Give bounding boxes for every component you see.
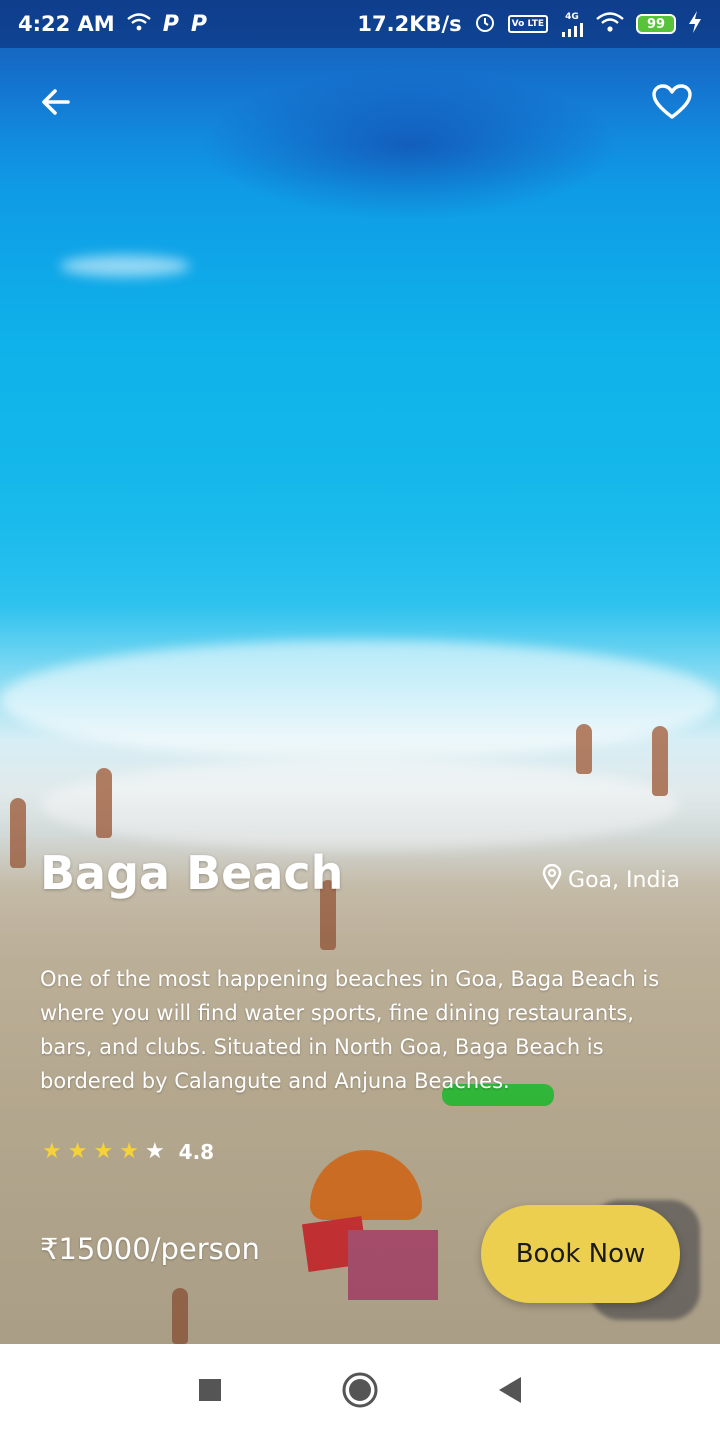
destination-description: One of the most happening beaches in Goa… xyxy=(40,967,660,1093)
alarm-icon xyxy=(474,11,496,38)
star-icon: ★ xyxy=(93,1139,114,1164)
arrow-left-icon xyxy=(38,84,74,124)
home-icon xyxy=(341,1371,379,1413)
location-text: Goa, India xyxy=(568,867,680,893)
star-icon: ★ xyxy=(119,1139,139,1164)
status-time: 4:22 AM xyxy=(18,12,115,36)
favorite-button[interactable] xyxy=(646,78,698,130)
rating-value: 4.8 xyxy=(178,1140,215,1164)
recent-apps-icon xyxy=(198,1378,222,1406)
back-icon xyxy=(497,1376,523,1408)
wifi-icon xyxy=(126,12,151,36)
network-speed: 17.2KB/s xyxy=(357,12,462,36)
price: ₹15000/person xyxy=(40,1232,260,1266)
battery-icon: 99 xyxy=(636,14,676,34)
p-icon: P xyxy=(162,11,179,37)
status-right: 17.2KB/s Vo LTE 4G 99 xyxy=(357,10,702,38)
navigation-bar xyxy=(0,1344,720,1440)
home-button[interactable] xyxy=(334,1366,386,1418)
star-icon: ★ xyxy=(144,1139,165,1164)
system-back-button[interactable] xyxy=(484,1366,536,1418)
heart-outline-icon xyxy=(652,84,692,124)
map-pin-icon xyxy=(542,863,562,896)
wifi-icon xyxy=(596,11,624,37)
recent-apps-button[interactable] xyxy=(184,1366,236,1418)
p-icon: P xyxy=(190,11,207,37)
status-left: 4:22 AM P P xyxy=(18,12,207,37)
volte-icon: Vo LTE xyxy=(507,15,548,33)
rating: ★ ★ ★ ★ ★ 4.8 xyxy=(42,1140,214,1164)
signal-icon: 4G xyxy=(560,11,584,37)
back-button[interactable] xyxy=(30,78,82,130)
charging-icon xyxy=(688,10,702,38)
status-bar: 4:22 AM P P 17.2KB/s Vo LTE 4G 99 xyxy=(0,0,720,48)
destination-title: Baga Beach xyxy=(40,846,344,900)
star-icon: ★ xyxy=(42,1139,62,1164)
star-icon: ★ xyxy=(67,1139,88,1164)
location: Goa, India xyxy=(542,863,680,896)
book-now-button[interactable]: Book Now xyxy=(481,1205,680,1303)
